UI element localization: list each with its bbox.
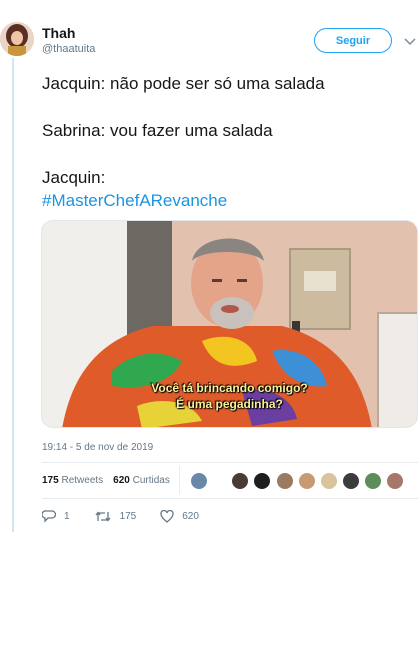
retweet-count: 175: [119, 511, 137, 522]
like-button[interactable]: 620: [160, 510, 199, 523]
avatar[interactable]: [253, 472, 271, 490]
media-subtitle: É uma pegadinha?: [176, 397, 283, 411]
divider: [42, 462, 418, 463]
likes-count: 620: [113, 475, 130, 486]
tweet-timestamp[interactable]: 19:14 - 5 de nov de 2019: [42, 442, 153, 453]
reply-button[interactable]: 1: [42, 510, 70, 523]
chevron-down-icon[interactable]: [404, 34, 416, 46]
likes-label: Curtidas: [132, 475, 170, 486]
avatar[interactable]: [364, 472, 382, 490]
retweet-button[interactable]: 175: [94, 510, 137, 523]
reply-count: 1: [64, 511, 70, 522]
engagement-stats: 175 Retweets 620 Curtidas: [42, 475, 170, 486]
tweet-text-line: Jacquin:: [42, 168, 106, 187]
hashtag-link[interactable]: #MasterChefARevanche: [42, 191, 227, 211]
avatar[interactable]: [298, 472, 316, 490]
avatar[interactable]: [190, 472, 208, 490]
retweets-label: Retweets: [61, 475, 104, 486]
avatar[interactable]: [320, 472, 338, 490]
retweets-count: 175: [42, 475, 59, 486]
follow-button[interactable]: Seguir: [314, 28, 392, 53]
tweet-text-line: Sabrina: vou fazer uma salada: [42, 121, 273, 140]
media-subtitle: Você tá brincando comigo?: [151, 381, 308, 395]
tweet-media[interactable]: Você tá brincando comigo? É uma pegadinh…: [41, 220, 418, 428]
avatar[interactable]: [386, 472, 404, 490]
avatar[interactable]: [342, 472, 360, 490]
like-count: 620: [182, 511, 199, 522]
tweet-card: Thah @thaatuita Seguir Jacquin: não pode…: [0, 0, 420, 535]
avatar[interactable]: [231, 472, 249, 490]
divider: [42, 498, 418, 499]
retweets-stat[interactable]: 175 Retweets: [42, 475, 103, 486]
avatar[interactable]: [0, 22, 34, 56]
tweet-actions: 1 175 620: [42, 510, 223, 523]
stats-separator: [179, 466, 180, 494]
reply-icon: [42, 510, 56, 523]
avatar[interactable]: [276, 472, 294, 490]
likes-stat[interactable]: 620 Curtidas: [113, 475, 170, 486]
author-name[interactable]: Thah: [42, 25, 75, 41]
author-handle[interactable]: @thaatuita: [42, 43, 95, 55]
thread-rail: [12, 58, 14, 532]
retweet-icon: [94, 510, 112, 523]
tweet-text-line: Jacquin: não pode ser só uma salada: [42, 74, 325, 93]
heart-icon: [160, 510, 174, 523]
